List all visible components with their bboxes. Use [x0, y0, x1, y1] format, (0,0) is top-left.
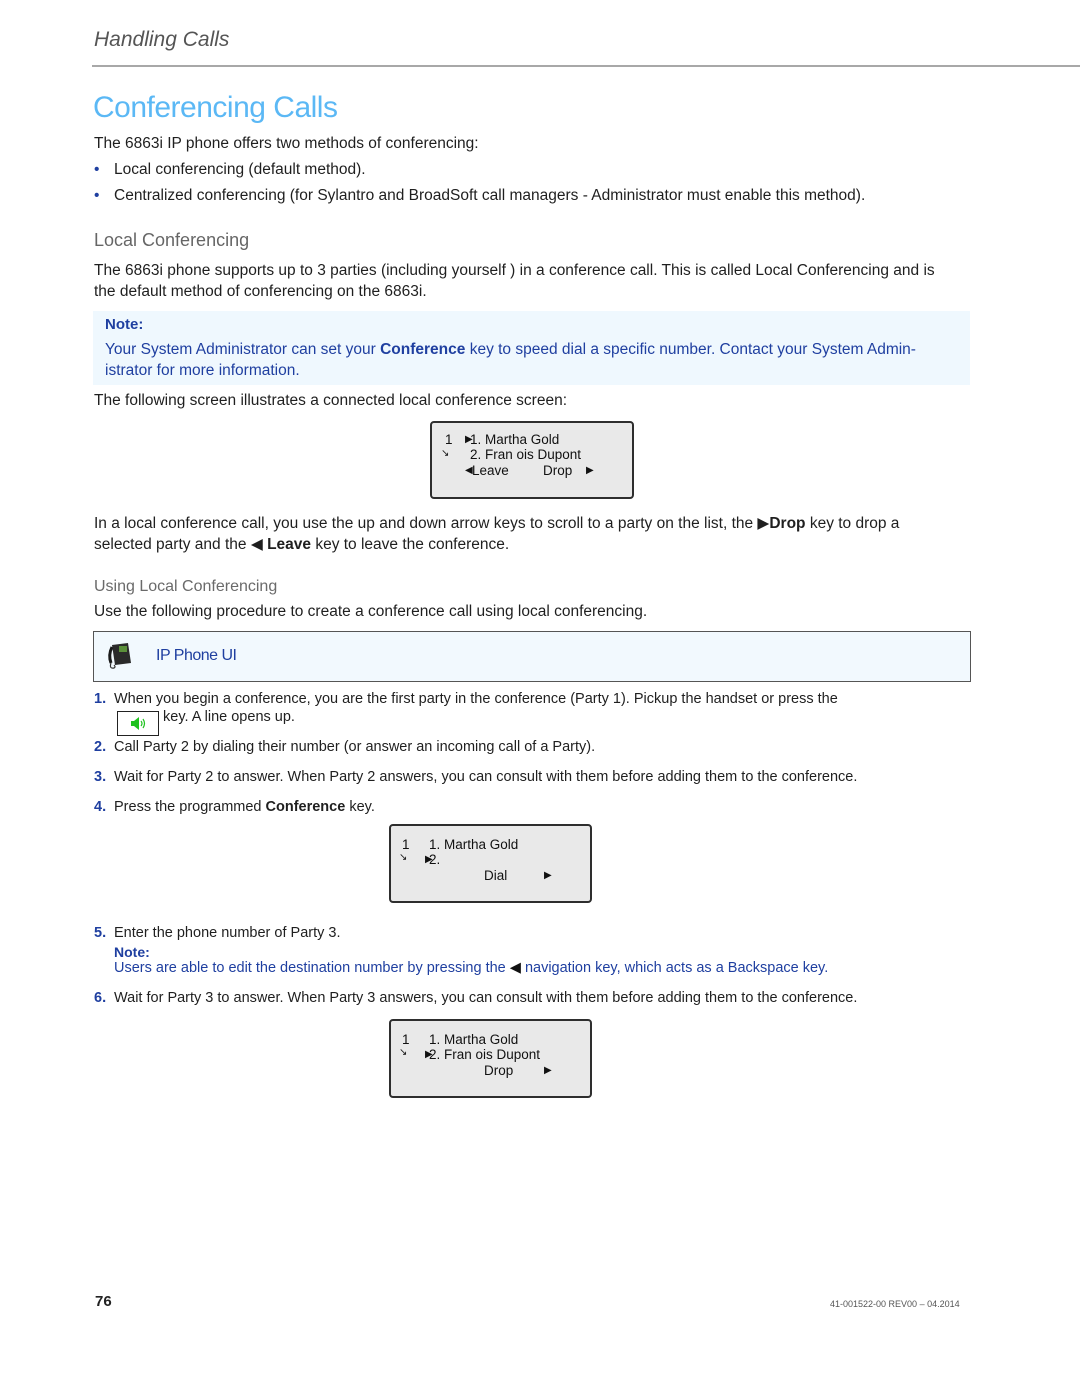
right-arrow-icon: ▶: [544, 1065, 552, 1076]
procedure-intro: Use the following procedure to create a …: [94, 603, 648, 620]
softkey-drop: Drop: [484, 1063, 514, 1078]
paragraph-line: the default method of conferencing on th…: [94, 283, 427, 300]
step-continuation: key. A line opens up.: [163, 709, 295, 725]
handset-icon: ↘: [399, 852, 408, 863]
phone-screen-drop: 1 ↘ 1. Martha Gold ▶ 2. Fran ois Dupont …: [389, 1019, 592, 1098]
subsection-heading: Using Local Conferencing: [94, 578, 278, 595]
ip-phone-ui-banner: IP Phone UI: [93, 631, 971, 682]
explain-line: In a local conference call, you use the …: [94, 515, 900, 532]
phone-screen-dial: 1 ↘ 1. Martha Gold ▶ 2. Dial ▶: [389, 824, 592, 903]
party-row: 1. Martha Gold: [429, 1032, 519, 1047]
note-title: Note:: [114, 944, 150, 960]
note-text-line: istrator for more information.: [105, 362, 300, 379]
step-note-text: Users are able to edit the destination n…: [114, 960, 829, 976]
line-indicator: 1: [402, 1032, 410, 1047]
ui-box-label: IP Phone UI: [156, 647, 237, 664]
party-row: 2.: [429, 852, 441, 867]
note-text-line: Your System Administrator can set your C…: [105, 341, 916, 358]
step-item: 6. Wait for Party 3 to answer. When Party…: [94, 990, 858, 1006]
handset-icon: ↘: [399, 1047, 408, 1058]
page-number: 76: [95, 1293, 112, 1310]
intro-text: The 6863i IP phone offers two methods of…: [94, 135, 479, 152]
line-indicator: 1: [402, 837, 410, 852]
left-arrow-icon: ◀: [250, 536, 268, 553]
handset-icon: ↘: [441, 448, 450, 459]
party-row: 2. Fran ois Dupont: [470, 447, 582, 462]
desk-phone-icon: [108, 643, 131, 669]
bullet-item: • Centralized conferencing (for Sylantro …: [94, 187, 866, 204]
line-indicator: 1: [445, 432, 453, 447]
screen-intro: The following screen illustrates a conne…: [94, 392, 568, 409]
step-item: 3. Wait for Party 2 to answer. When Party…: [94, 769, 858, 785]
right-arrow-icon: ▶: [757, 515, 770, 532]
section-heading: Local Conferencing: [94, 230, 250, 250]
header-rule: [92, 65, 1080, 67]
speaker-icon: [131, 717, 146, 730]
document-id: 41-001522-00 REV00 – 04.2014: [830, 1299, 960, 1309]
step-item: 5. Enter the phone number of Party 3.: [94, 925, 341, 941]
party-row: 2. Fran ois Dupont: [429, 1047, 541, 1062]
step-item: 4. Press the programmed Conference key.: [94, 799, 375, 815]
note-title: Note:: [105, 316, 144, 333]
party-row: 1. Martha Gold: [470, 432, 560, 447]
step-item: 2. Call Party 2 by dialing their number (…: [94, 739, 596, 755]
step-item: 1. When you begin a conference, you are t…: [94, 691, 838, 707]
left-arrow-icon: ◀: [509, 960, 521, 976]
phone-screen-conference: 1 ↘ ▶ 1. Martha Gold 2. Fran ois Dupont …: [430, 421, 634, 499]
right-arrow-icon: ▶: [544, 870, 552, 881]
running-head: Handling Calls: [94, 28, 230, 51]
bullet-icon: •: [94, 161, 100, 178]
page-title: Conferencing Calls: [93, 91, 338, 124]
speaker-key-button: [117, 711, 159, 736]
bullet-icon: •: [94, 187, 100, 204]
softkey-drop: Drop: [543, 463, 573, 478]
softkey-dial: Dial: [484, 868, 508, 883]
note-box: Note: Your System Administrator can set …: [93, 311, 970, 385]
party-row: 1. Martha Gold: [429, 837, 519, 852]
right-arrow-icon: ▶: [586, 465, 594, 476]
bullet-item: • Local conferencing (default method).: [94, 161, 366, 178]
explain-line: selected party and the ◀ Leave key to le…: [94, 536, 510, 553]
softkey-leave: Leave: [472, 463, 509, 478]
paragraph-line: The 6863i phone supports up to 3 parties…: [94, 262, 935, 279]
